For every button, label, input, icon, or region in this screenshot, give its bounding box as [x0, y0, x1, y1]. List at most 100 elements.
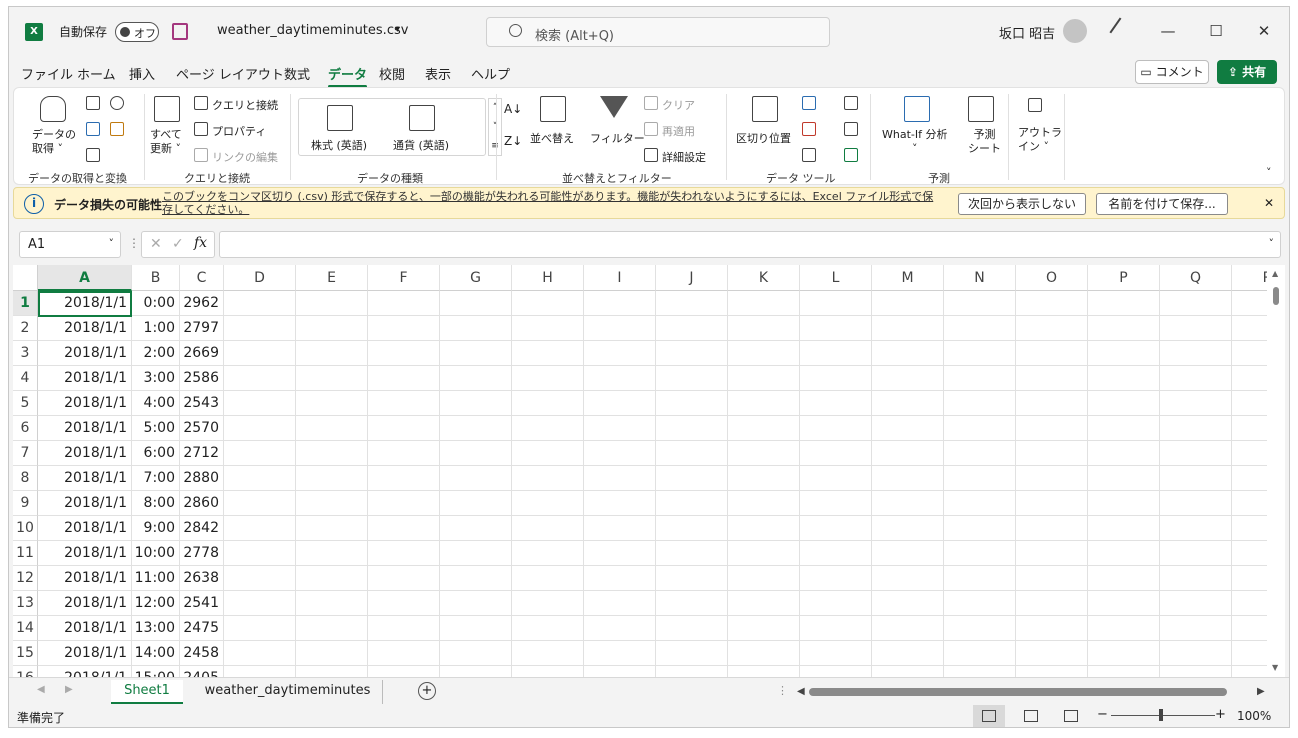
- grid-cell[interactable]: [296, 516, 368, 541]
- grid-cell[interactable]: [656, 291, 728, 316]
- grid-cell[interactable]: [728, 316, 800, 341]
- grid-cell[interactable]: [440, 616, 512, 641]
- grid-cell[interactable]: [944, 491, 1016, 516]
- grid-cell[interactable]: [224, 591, 296, 616]
- grid-cell[interactable]: [944, 566, 1016, 591]
- grid-cell[interactable]: [584, 291, 656, 316]
- column-header-g[interactable]: G: [440, 265, 512, 291]
- grid-cell[interactable]: [728, 416, 800, 441]
- grid-cell[interactable]: [872, 366, 944, 391]
- grid-cell[interactable]: 1:00: [132, 316, 180, 341]
- zoom-out-button[interactable]: −: [1097, 707, 1108, 722]
- grid-cell[interactable]: [800, 366, 872, 391]
- grid-cell[interactable]: 2541: [180, 591, 224, 616]
- grid-cell[interactable]: [440, 441, 512, 466]
- grid-cell[interactable]: [944, 616, 1016, 641]
- expand-formula-icon[interactable]: ˅: [1269, 237, 1275, 250]
- grid-cell[interactable]: 2586: [180, 366, 224, 391]
- gallery-scroll[interactable]: ˄ ˅ ≡: [488, 98, 502, 156]
- grid-cell[interactable]: [944, 341, 1016, 366]
- grid-cell[interactable]: [1160, 316, 1232, 341]
- scroll-left-icon[interactable]: ◀: [797, 686, 805, 697]
- grid-cell[interactable]: [800, 391, 872, 416]
- row-header[interactable]: 6: [13, 416, 38, 441]
- data-validation-icon[interactable]: [802, 148, 816, 162]
- comment-button[interactable]: ▭ コメント: [1135, 60, 1209, 84]
- grid-cell[interactable]: [800, 441, 872, 466]
- grid-cell[interactable]: [584, 366, 656, 391]
- clear-button[interactable]: クリア: [662, 97, 695, 113]
- grid-cell[interactable]: 2018/1/1: [38, 341, 132, 366]
- grid-cell[interactable]: [1232, 366, 1267, 391]
- sort-descending-icon[interactable]: Z↓: [504, 134, 522, 148]
- grid-cell[interactable]: [944, 666, 1016, 677]
- page-break-icon[interactable]: [1064, 710, 1078, 722]
- grid-cell[interactable]: [656, 391, 728, 416]
- grid-cell[interactable]: [1088, 316, 1160, 341]
- grid-cell[interactable]: 2018/1/1: [38, 491, 132, 516]
- grid-cell[interactable]: [368, 391, 440, 416]
- column-header-a[interactable]: A: [38, 265, 132, 291]
- row-header[interactable]: 9: [13, 491, 38, 516]
- grid-cell[interactable]: 3:00: [132, 366, 180, 391]
- grid-cell[interactable]: [656, 666, 728, 677]
- grid-cell[interactable]: [1232, 541, 1267, 566]
- column-header-p[interactable]: P: [1088, 265, 1160, 291]
- grid-cell[interactable]: [1088, 541, 1160, 566]
- grid-cell[interactable]: 6:00: [132, 441, 180, 466]
- grid-cell[interactable]: [440, 391, 512, 416]
- grid-cell[interactable]: [944, 516, 1016, 541]
- grid-cell[interactable]: [512, 666, 584, 677]
- infobar-close-button[interactable]: ✕: [1264, 196, 1274, 210]
- grid-cell[interactable]: [368, 291, 440, 316]
- grid-cell[interactable]: [440, 516, 512, 541]
- grid-cell[interactable]: 10:00: [132, 541, 180, 566]
- grid-cell[interactable]: [224, 616, 296, 641]
- grid-cell[interactable]: [656, 316, 728, 341]
- relationships-icon[interactable]: [844, 122, 858, 136]
- grid-cell[interactable]: [1088, 391, 1160, 416]
- grid-cell[interactable]: [872, 316, 944, 341]
- grid-cell[interactable]: 8:00: [132, 491, 180, 516]
- grid-cell[interactable]: [224, 291, 296, 316]
- grid-cell[interactable]: [800, 591, 872, 616]
- grid-cell[interactable]: [1016, 491, 1088, 516]
- grid-cell[interactable]: [1016, 641, 1088, 666]
- grid-cell[interactable]: [1088, 291, 1160, 316]
- forecast-sheet-button[interactable]: 予測 シート: [968, 128, 1001, 156]
- grid-cell[interactable]: [224, 341, 296, 366]
- grid-cell[interactable]: [1232, 591, 1267, 616]
- grid-cell[interactable]: [368, 541, 440, 566]
- grid-cell[interactable]: [1016, 566, 1088, 591]
- grid-cell[interactable]: [872, 491, 944, 516]
- tab-insert[interactable]: 挿入: [129, 64, 155, 83]
- grid-cell[interactable]: [224, 366, 296, 391]
- filter-button[interactable]: フィルター: [590, 130, 645, 146]
- grid-cell[interactable]: [512, 316, 584, 341]
- grid-cell[interactable]: [872, 566, 944, 591]
- grid-cell[interactable]: [1016, 541, 1088, 566]
- grid-cell[interactable]: [224, 491, 296, 516]
- grid-cell[interactable]: [1016, 391, 1088, 416]
- tab-help[interactable]: ヘルプ: [471, 64, 510, 83]
- grid-cell[interactable]: [944, 591, 1016, 616]
- share-button[interactable]: ⇪ 共有: [1217, 60, 1277, 84]
- row-header[interactable]: 4: [13, 366, 38, 391]
- grid-cell[interactable]: [440, 341, 512, 366]
- row-header[interactable]: 8: [13, 466, 38, 491]
- grid-cell[interactable]: [368, 491, 440, 516]
- grid-cell[interactable]: [440, 316, 512, 341]
- grid-cell[interactable]: 7:00: [132, 466, 180, 491]
- grid-cell[interactable]: [656, 516, 728, 541]
- grid-cell[interactable]: [368, 666, 440, 677]
- row-header[interactable]: 12: [13, 566, 38, 591]
- grid-cell[interactable]: 2018/1/1: [38, 466, 132, 491]
- column-header-d[interactable]: D: [224, 265, 296, 291]
- grid-cell[interactable]: [368, 416, 440, 441]
- grid-cell[interactable]: [296, 391, 368, 416]
- grid-cell[interactable]: [584, 566, 656, 591]
- grid-cell[interactable]: [1160, 666, 1232, 677]
- grid-cell[interactable]: 11:00: [132, 566, 180, 591]
- grid-cell[interactable]: [1088, 591, 1160, 616]
- grid-cell[interactable]: [512, 541, 584, 566]
